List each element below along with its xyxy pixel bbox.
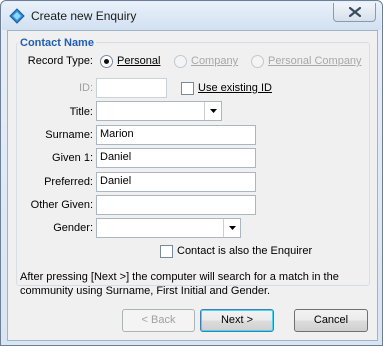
title-select[interactable] xyxy=(96,101,222,121)
given1-label: Given 1: xyxy=(52,152,93,164)
id-field[interactable] xyxy=(96,78,167,98)
radio-personal[interactable] xyxy=(100,55,113,68)
preferred-field[interactable]: Daniel xyxy=(96,172,256,192)
radio-company[interactable] xyxy=(174,55,187,68)
gender-dropdown-button[interactable] xyxy=(223,219,240,237)
preferred-label: Preferred: xyxy=(44,176,93,188)
enquirer-checkbox[interactable] xyxy=(160,245,173,258)
radio-company-label[interactable]: Company xyxy=(191,55,238,67)
id-label: ID: xyxy=(78,82,93,94)
app-icon xyxy=(9,8,25,24)
close-button[interactable] xyxy=(333,3,376,22)
back-button[interactable]: < Back xyxy=(122,309,195,332)
title-label: Title: xyxy=(69,106,93,118)
other-given-label: Other Given: xyxy=(30,199,93,211)
next-button[interactable]: Next > xyxy=(200,309,274,332)
close-icon xyxy=(349,7,361,17)
window-title: Create new Enquiry xyxy=(31,9,137,23)
use-existing-id-label[interactable]: Use existing ID xyxy=(198,82,272,94)
chevron-down-icon xyxy=(229,226,236,230)
record-type-label: Record Type: xyxy=(27,55,93,67)
cancel-button[interactable]: Cancel xyxy=(294,309,368,332)
info-text: After pressing [Next >] the computer wil… xyxy=(20,271,339,297)
radio-personal-company-label[interactable]: Personal Company xyxy=(268,55,362,67)
gender-select-value xyxy=(97,219,222,237)
group-title: Contact Name xyxy=(18,37,96,49)
dialog-window: Create new Enquiry Contact Name Record T… xyxy=(0,0,383,346)
use-existing-id-checkbox[interactable] xyxy=(181,82,194,95)
gender-select[interactable] xyxy=(96,218,241,238)
title-select-value xyxy=(97,102,203,120)
surname-label: Surname: xyxy=(45,129,93,141)
radio-personal-company[interactable] xyxy=(251,55,264,68)
title-dropdown-button[interactable] xyxy=(204,102,221,120)
gender-label: Gender: xyxy=(53,222,93,234)
surname-field[interactable]: Marion xyxy=(96,125,256,145)
chevron-down-icon xyxy=(210,109,217,113)
dialog-content: Contact Name Record Type: Personal Compa… xyxy=(7,30,378,341)
other-given-field[interactable] xyxy=(96,195,256,215)
title-bar[interactable]: Create new Enquiry xyxy=(2,2,381,30)
given1-field[interactable]: Daniel xyxy=(96,148,256,168)
radio-personal-label[interactable]: Personal xyxy=(117,55,160,67)
enquirer-checkbox-label[interactable]: Contact is also the Enquirer xyxy=(177,245,312,257)
